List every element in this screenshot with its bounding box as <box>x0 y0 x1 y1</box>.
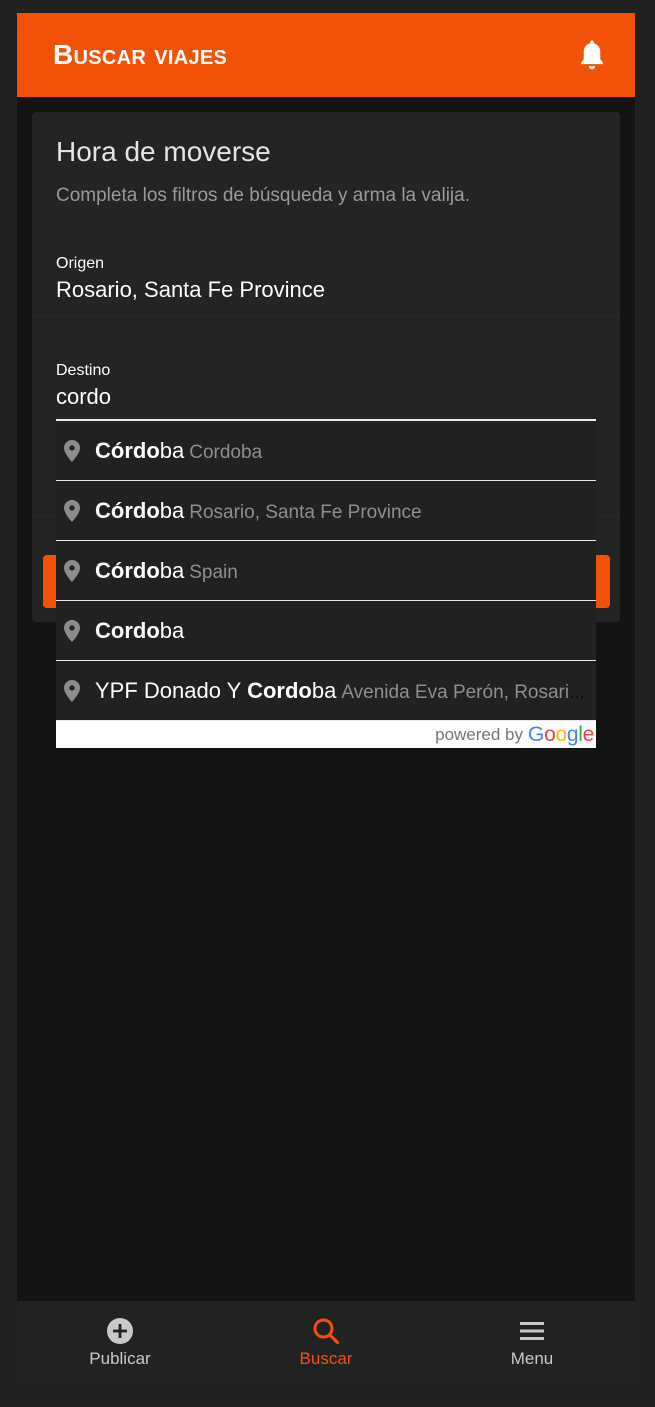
suggestion-match: Cordo <box>95 617 160 643</box>
suggestion-rest: ba <box>159 437 185 463</box>
suggestion-text: Córdoba Spain <box>95 558 591 584</box>
suggestion-secondary: Spain <box>189 561 238 583</box>
suggestion-item[interactable]: Córdoba Spain <box>56 541 596 601</box>
suggestion-item[interactable]: Cordoba <box>56 601 596 661</box>
nav-label: Menu <box>510 1349 554 1368</box>
suggestion-match: Córdo <box>95 497 160 523</box>
nav-publicar[interactable]: Publicar <box>17 1301 223 1385</box>
google-attribution: powered by Google <box>56 721 596 748</box>
app-bar: Buscar viajes <box>17 13 635 97</box>
suggestion-match: Córdo <box>95 557 160 583</box>
suggestion-text: Córdoba Rosario, Santa Fe Province <box>95 498 591 524</box>
suggestion-item[interactable]: Córdoba Rosario, Santa Fe Province <box>56 481 596 541</box>
plus-circle-icon <box>107 1318 133 1344</box>
suggestion-rest: ba <box>311 677 337 703</box>
app-screen: Buscar viajes Hora de moverse Completa l… <box>17 13 635 1385</box>
card-subtitle: Completa los filtros de búsqueda y arma … <box>56 185 470 206</box>
suggestion-item[interactable]: YPF Donado Y Cordoba Avenida Eva Perón, R… <box>56 661 596 721</box>
suggestion-text: Cordoba <box>95 618 591 644</box>
location-pin-icon <box>64 679 80 702</box>
location-pin-icon <box>64 499 80 522</box>
suggestion-secondary: Cordoba <box>189 441 263 463</box>
suggestion-text: Córdoba Cordoba <box>95 438 591 464</box>
page-title: Buscar viajes <box>53 39 228 70</box>
nav-label: Publicar <box>89 1349 151 1368</box>
divider <box>32 316 620 317</box>
suggestion-match: Córdo <box>95 437 160 463</box>
suggestion-item[interactable]: Córdoba Cordoba <box>56 421 596 481</box>
suggestion-rest: ba <box>159 617 185 643</box>
suggestion-text: YPF Donado Y Cordoba Avenida Eva Perón, R… <box>95 678 591 704</box>
notifications-button[interactable] <box>577 38 607 72</box>
nav-label: Buscar <box>299 1349 353 1368</box>
suggestion-secondary: Rosario, Santa Fe Province <box>189 501 422 523</box>
bottom-navigation: Publicar Buscar Menu <box>17 1301 635 1385</box>
bell-icon <box>581 40 603 70</box>
suggestion-rest: ba <box>159 497 185 523</box>
origin-field[interactable]: Origen <box>56 255 596 303</box>
attribution-text: powered by <box>435 724 524 744</box>
nav-menu[interactable]: Menu <box>429 1301 635 1385</box>
suggestion-match: Cordo <box>247 677 312 703</box>
location-pin-icon <box>64 559 80 582</box>
suggestion-secondary: Avenida Eva Perón, Rosario, Santa Fe Pro… <box>341 681 591 703</box>
card-title: Hora de moverse <box>56 136 271 167</box>
search-icon <box>313 1318 340 1345</box>
suggestion-rest: ba <box>159 557 185 583</box>
suggestion-prefix: YPF Donado Y <box>95 677 248 703</box>
destination-input[interactable] <box>56 380 596 410</box>
origin-input[interactable] <box>56 273 596 303</box>
destination-label: Destino <box>56 362 111 379</box>
location-pin-icon <box>64 439 80 462</box>
destination-field[interactable]: Destino <box>56 362 596 410</box>
origin-label: Origen <box>56 255 105 272</box>
nav-buscar[interactable]: Buscar <box>223 1301 429 1385</box>
menu-icon <box>520 1322 544 1340</box>
google-logo: Google <box>528 722 594 746</box>
location-pin-icon <box>64 619 80 642</box>
autocomplete-dropdown: Córdoba Cordoba Córdoba Rosario, Santa Fe … <box>56 421 596 748</box>
